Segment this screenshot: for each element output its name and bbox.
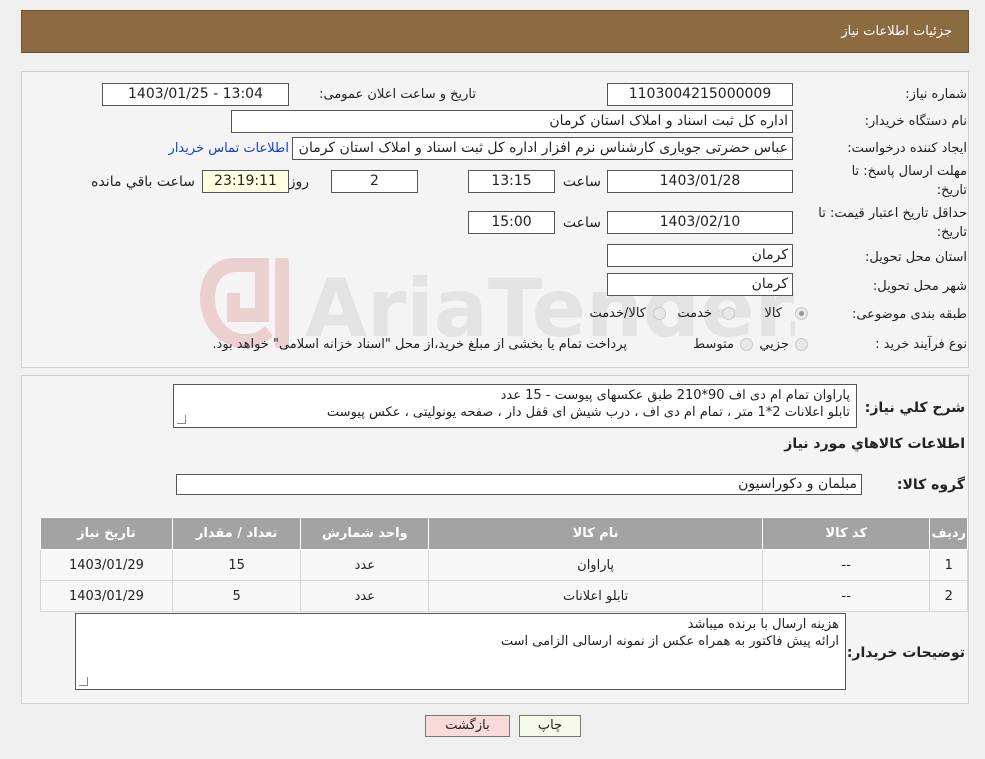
description-label: شرح کلي نياز: (864, 400, 965, 416)
cell-quantity: 15 (171, 549, 302, 581)
deadline-date-field: 1403/01/28 (607, 170, 793, 193)
creator-field: عباس حضرتی جویاری کارشناس نرم افزار ادار… (292, 137, 793, 160)
deadline-label-2: تاریخ: (936, 183, 967, 198)
city-field: کرمان (607, 273, 793, 296)
goods-section-title: اطلاعات کالاهاي مورد نياز (784, 436, 965, 452)
category-radio-service[interactable] (722, 307, 735, 320)
resize-handle-icon[interactable] (177, 415, 186, 424)
buyer-notes-textarea[interactable]: هزینه ارسال با برنده میباشد ارائه پیش فا… (75, 613, 846, 690)
cell-item-code: -- (762, 580, 931, 612)
page-header: جزئیات اطلاعات نیاز (21, 10, 969, 53)
category-label: طبقه بندی موضوعی: (851, 307, 967, 322)
table-row: 2 -- تابلو اعلانات عدد 5 1403/01/29 (40, 580, 968, 612)
cell-need-date: 1403/01/29 (40, 549, 173, 581)
resize-handle-icon[interactable] (79, 677, 88, 686)
col-header-item-name: نام کالا (428, 517, 764, 550)
col-header-item-code: کد کالا (762, 517, 931, 550)
announce-label: تاریخ و ساعت اعلان عمومی: (319, 87, 476, 102)
buyer-contact-link[interactable]: اطلاعات تماس خریدار (169, 141, 289, 156)
cell-unit: عدد (300, 549, 430, 581)
validity-time-label: ساعت (562, 215, 601, 231)
province-field: کرمان (607, 244, 793, 267)
validity-date-field: 1403/02/10 (607, 211, 793, 234)
description-line-1: پاراوان تمام ام دی اف 90*210 طبق عکسهای … (500, 388, 850, 403)
col-header-need-date: تاریخ نیاز (40, 517, 173, 550)
process-label: نوع فرآیند خرید : (875, 337, 967, 352)
buyer-notes-label: توضیحات خریدار: (846, 645, 965, 661)
goods-group-label: گروه کالا: (896, 477, 965, 493)
creator-label: ایجاد کننده درخواست: (847, 141, 967, 156)
back-button[interactable]: بازگشت (425, 715, 510, 737)
deadline-time-label: ساعت (562, 174, 601, 190)
col-header-row-number: رديف (929, 517, 968, 550)
city-label: شهر محل تحویل: (872, 279, 967, 294)
cell-item-name: تابلو اعلانات (428, 580, 764, 612)
days-remaining-field: 2 (331, 170, 418, 193)
category-radio-goods-service[interactable] (653, 307, 666, 320)
time-remaining-label: ساعت باقي مانده (91, 174, 195, 190)
page-title: جزئیات اطلاعات نیاز (841, 24, 952, 39)
process-radio-minor[interactable] (795, 338, 808, 351)
announce-datetime-field: 1403/01/25 - 13:04 (102, 83, 289, 106)
process-radio-medium[interactable] (740, 338, 753, 351)
category-radio-goods[interactable] (795, 307, 808, 320)
cell-row-number: 1 (929, 549, 968, 581)
description-line-2: تابلو اعلانات 2*1 متر ، تمام ام دی اف ، … (326, 405, 850, 420)
goods-table: رديف کد کالا نام کالا واحد شمارش تعداد /… (40, 517, 968, 612)
description-textarea[interactable]: پاراوان تمام ام دی اف 90*210 طبق عکسهای … (173, 384, 857, 428)
validity-label-2: تاريخ: (936, 225, 967, 240)
buyer-field: اداره کل ثبت اسناد و املاک استان کرمان (231, 110, 793, 133)
category-option-goods: کالا (764, 306, 782, 321)
table-row: 1 -- پاراوان عدد 15 1403/01/29 (40, 549, 968, 581)
cell-row-number: 2 (929, 580, 968, 612)
buyer-notes-line-2: ارائه پیش فاکتور به همراه عکس از نمونه ا… (500, 634, 839, 649)
print-button[interactable]: چاپ (519, 715, 581, 737)
deadline-time-field: 13:15 (468, 170, 555, 193)
province-label: استان محل تحویل: (865, 250, 967, 265)
cell-item-code: -- (762, 549, 931, 581)
category-option-goods-service: کالا/خدمت (589, 306, 646, 321)
cell-item-name: پاراوان (428, 549, 764, 581)
buyer-notes-line-1: هزینه ارسال با برنده میباشد (687, 617, 839, 632)
col-header-unit: واحد شمارش (300, 517, 430, 550)
goods-table-header-row: رديف کد کالا نام کالا واحد شمارش تعداد /… (40, 517, 968, 550)
time-remaining-field: 23:19:11 (202, 170, 289, 193)
need-number-label: شماره نیاز: (905, 87, 967, 102)
col-header-quantity: تعداد / مقدار (171, 517, 302, 550)
process-note: پرداخت تمام یا بخشی از مبلغ خرید،از محل … (212, 337, 627, 352)
deadline-label: مهلت ارسال پاسخ: تا (851, 164, 967, 179)
validity-label: حداقل تاريخ اعتبار قيمت: تا (818, 206, 967, 221)
process-option-medium: متوسط (693, 337, 734, 352)
process-option-minor: جزيي (759, 337, 789, 352)
buyer-label: نام دستگاه خریدار: (864, 114, 967, 129)
need-number-field: 1103004215000009 (607, 83, 793, 106)
cell-need-date: 1403/01/29 (40, 580, 173, 612)
cell-unit: عدد (300, 580, 430, 612)
category-option-service: خدمت (677, 306, 712, 321)
cell-quantity: 5 (171, 580, 302, 612)
validity-time-field: 15:00 (468, 211, 555, 234)
goods-group-field: مبلمان و دکوراسیون (176, 474, 862, 495)
